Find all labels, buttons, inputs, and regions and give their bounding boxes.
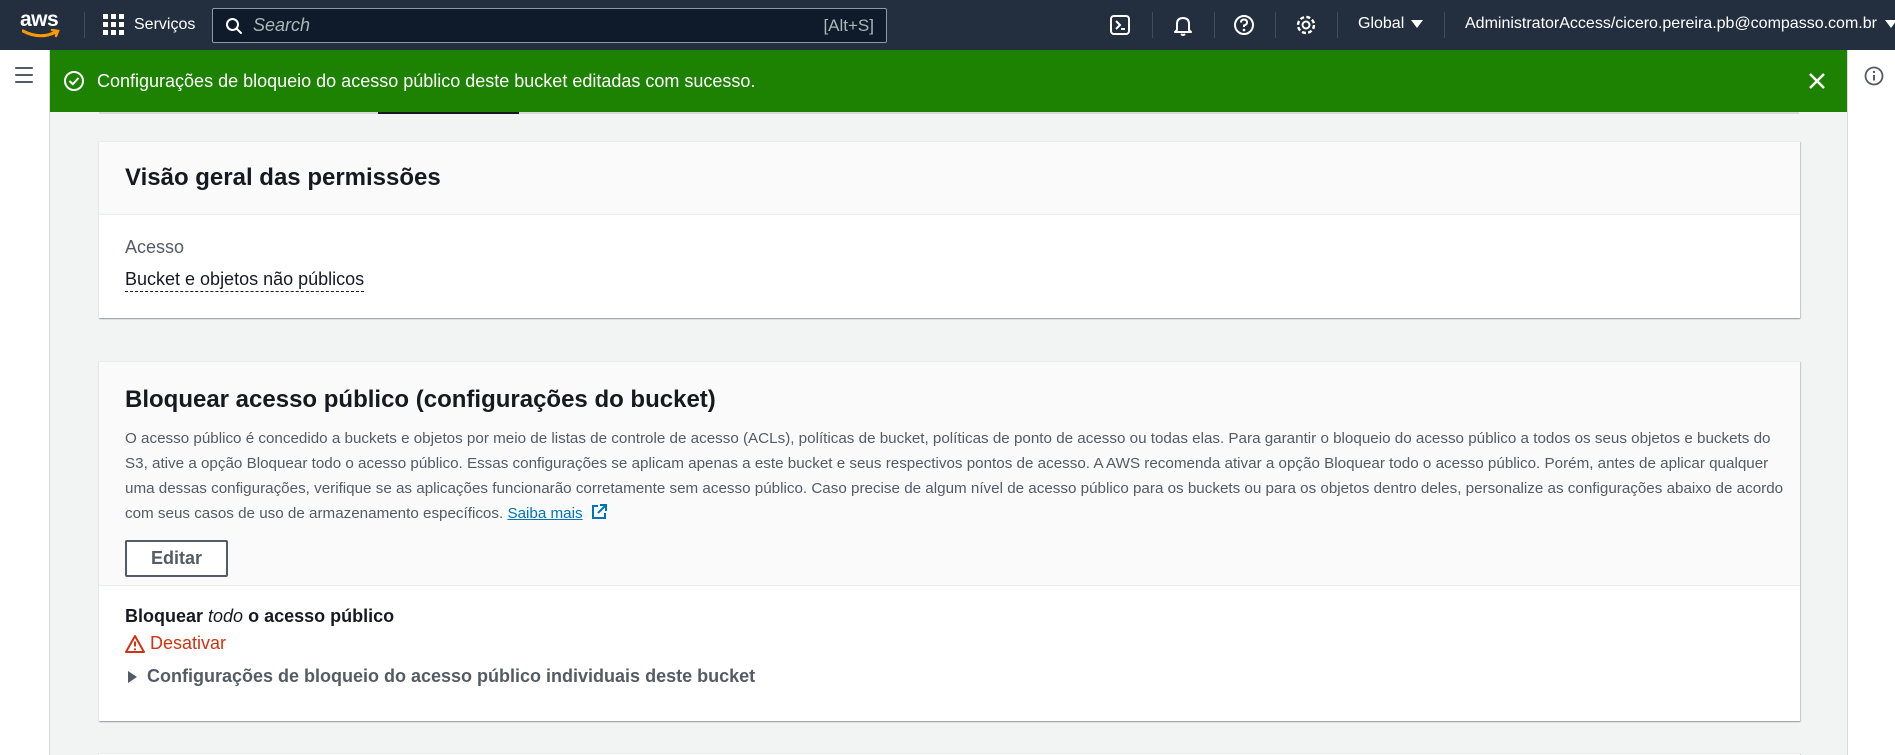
access-label: Acesso <box>125 237 185 257</box>
search-shortcut: [Alt+S] <box>823 15 874 35</box>
success-check-icon <box>64 71 84 91</box>
notifications-icon[interactable] <box>1171 13 1195 37</box>
cloudshell-icon[interactable] <box>1108 13 1132 37</box>
nav-divider <box>1337 12 1338 38</box>
flash-message-text: Configurações de bloqueio do acesso públ… <box>97 70 756 91</box>
edit-button[interactable]: Editar <box>125 540 229 577</box>
region-label: Global <box>1358 15 1405 32</box>
permissions-overview-title: Visão geral das permissões <box>125 164 441 191</box>
learn-more-link[interactable]: Saiba mais <box>507 505 582 522</box>
info-icon[interactable] <box>1864 66 1884 91</box>
block-public-access-title: Bloquear acesso público (configurações d… <box>125 386 716 413</box>
services-menu-button[interactable]: Serviços <box>103 14 195 35</box>
access-value[interactable]: Bucket e objetos não públicos <box>125 269 365 292</box>
aws-smile-icon <box>22 29 60 38</box>
caret-down-icon <box>1884 20 1895 28</box>
search-icon <box>226 17 242 34</box>
block-public-access-card: Bloquear acesso público (configurações d… <box>99 361 1800 721</box>
account-label: AdministratorAccess/cicero.pereira.pb@co… <box>1465 15 1877 32</box>
permissions-overview-card: Visão geral das permissões Acesso Bucket… <box>99 141 1800 318</box>
block-public-access-description: O acesso público é concedido a buckets e… <box>125 426 1785 526</box>
individual-settings-expander[interactable]: Configurações de bloqueio do acesso públ… <box>125 666 1774 687</box>
services-label: Serviços <box>134 15 196 33</box>
search-placeholder: Search <box>253 15 311 35</box>
caret-right-icon <box>128 670 137 683</box>
account-menu[interactable]: AdministratorAccess/cicero.pereira.pb@co… <box>1465 15 1895 33</box>
aws-logo-text: aws <box>20 8 59 31</box>
side-navigation-rail <box>0 50 50 755</box>
tools-rail <box>1847 50 1895 755</box>
region-selector[interactable]: Global <box>1358 15 1424 33</box>
block-all-label: Bloquear todo o acesso público <box>125 606 1774 627</box>
nav-divider <box>1152 12 1153 38</box>
block-all-prefix: Bloquear <box>125 606 204 626</box>
nav-divider <box>84 12 85 38</box>
settings-icon[interactable] <box>1294 13 1318 37</box>
search-input[interactable]: Search [Alt+S] <box>212 8 887 43</box>
block-all-status: Desativar <box>125 633 1774 654</box>
menu-toggle-icon[interactable] <box>15 67 33 88</box>
nav-divider <box>1214 12 1215 38</box>
description-text: O acesso público é concedido a buckets e… <box>125 430 1784 522</box>
external-link-icon[interactable] <box>590 503 608 521</box>
success-flash-message: Configurações de bloqueio do acesso públ… <box>50 50 1847 112</box>
aws-logo[interactable]: aws <box>20 9 62 41</box>
block-all-emphasis: todo <box>208 606 244 626</box>
block-all-suffix: o acesso público <box>248 606 395 626</box>
close-icon[interactable] <box>1805 69 1829 93</box>
nav-divider <box>1444 12 1445 38</box>
warning-icon <box>125 634 145 653</box>
help-icon[interactable] <box>1232 13 1256 37</box>
top-navigation: aws Serviços Search [Alt+S] Global Admin… <box>0 0 1895 50</box>
tab-strip <box>99 112 1799 114</box>
services-grid-icon <box>103 14 124 35</box>
caret-down-icon <box>1411 20 1424 28</box>
expander-label: Configurações de bloqueio do acesso públ… <box>147 666 756 686</box>
status-text: Desativar <box>150 633 227 653</box>
nav-divider <box>1275 12 1276 38</box>
